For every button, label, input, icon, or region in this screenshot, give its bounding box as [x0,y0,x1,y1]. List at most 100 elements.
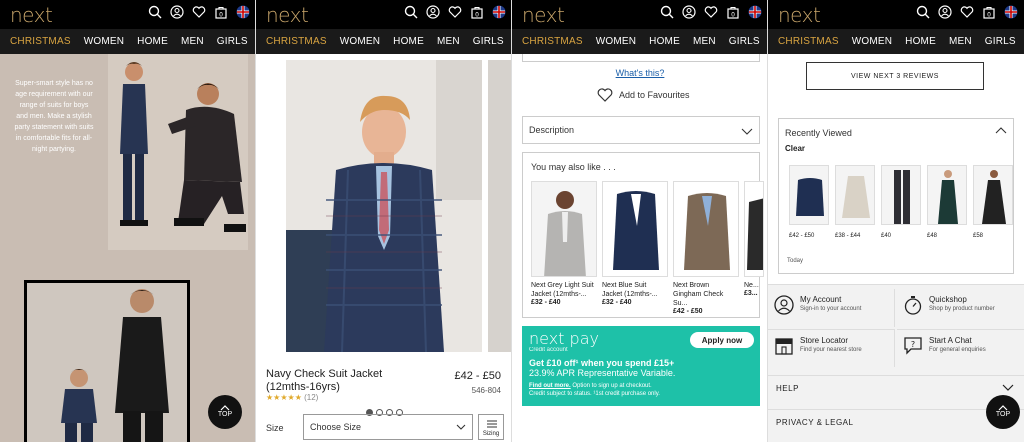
uk-flag-icon[interactable] [236,5,250,19]
nav-women[interactable]: WOMEN [84,36,124,47]
product-image[interactable] [286,60,482,352]
sizing-label: Sizing [482,431,500,437]
apply-now-button[interactable]: Apply now [690,332,754,348]
recommendation-image [531,181,597,277]
nav-home[interactable]: HOME [393,36,424,47]
nav-home[interactable]: HOME [905,36,936,47]
my-account-sub: Sign-in to your account [800,306,862,312]
recent-item[interactable]: £40 [881,165,921,239]
next-logo[interactable]: next [266,3,309,27]
clear-recently-viewed-button[interactable]: Clear [785,144,805,153]
next-image-peek[interactable] [488,60,511,352]
account-icon[interactable] [170,5,184,19]
nav-girls[interactable]: GIRLS [473,36,504,47]
nextpay-banner[interactable]: next pay Credit account Apply now Get £1… [522,326,760,406]
favourites-icon[interactable] [704,5,718,19]
description-accordion[interactable]: Description [522,116,760,144]
bag-icon[interactable]: 0 [982,5,996,19]
search-icon[interactable] [660,5,674,19]
favourites-icon[interactable] [960,5,974,19]
uk-flag-icon[interactable] [492,5,506,19]
recommendation-image [602,181,668,277]
nav-christmas[interactable]: CHRISTMAS [778,36,839,47]
add-to-favourites-label: Add to Favourites [619,90,690,100]
uk-flag-icon[interactable] [1004,5,1018,19]
nav-men[interactable]: MEN [949,36,972,47]
chevron-up-icon[interactable] [995,127,1007,134]
next-logo[interactable]: next [522,3,565,27]
nav-christmas[interactable]: CHRISTMAS [522,36,583,47]
product-code: 546-804 [471,386,501,395]
recommendation-name: Next Grey Light Suit Jacket (12mths-... [531,282,594,298]
panel-product-details: next 0 CHRISTMAS WOMEN HOME MEN GIRLS BO… [512,0,768,442]
quickshop-title: Quickshop [929,295,967,304]
svg-text:?: ? [911,340,915,349]
header-bar: next 0 [768,0,1024,29]
nav-men[interactable]: MEN [437,36,460,47]
nav-girls[interactable]: GIRLS [985,36,1016,47]
view-more-reviews-button[interactable]: VIEW NEXT 3 REVIEWS [806,62,984,90]
next-logo[interactable]: next [10,3,53,27]
search-icon[interactable] [148,5,162,19]
store-locator-link[interactable]: Store Locator Find your nearest store [768,329,895,367]
chevron-down-icon [1002,384,1014,391]
recent-item[interactable]: £38 - £44 [835,165,875,239]
recent-item-image [835,165,875,225]
size-select-value: Choose Size [310,422,362,432]
rating-stars[interactable]: ★★★★★ (12) [266,393,318,402]
bag-icon[interactable]: 0 [214,5,228,19]
quickshop-link[interactable]: Quickshop Shop by product number [897,289,1024,327]
nextpay-apr: 23.9% APR Representative Variable. [529,368,676,378]
recommendation-item[interactable]: Next Blue Suit Jacket (12mths-... £32 - … [602,181,668,306]
back-to-top-button[interactable]: TOP [986,395,1020,429]
nav-christmas[interactable]: CHRISTMAS [10,36,71,47]
recent-item[interactable]: £42 - £50 [789,165,829,239]
recommendation-item[interactable]: Next Grey Light Suit Jacket (12mths-... … [531,181,597,306]
nav-women[interactable]: WOMEN [596,36,636,47]
recent-item[interactable]: £48 [927,165,967,239]
uk-flag-icon[interactable] [748,5,762,19]
nav-girls[interactable]: GIRLS [729,36,760,47]
account-icon[interactable] [938,5,952,19]
privacy-legal-label: PRIVACY & LEGAL [776,418,854,427]
my-account-link[interactable]: My Account Sign-in to your account [768,289,895,327]
help-accordion[interactable]: HELP [768,375,1024,403]
recent-item[interactable]: £58 [973,165,1013,239]
account-icon[interactable] [682,5,696,19]
search-icon[interactable] [404,5,418,19]
recommendation-name: Ne... [744,282,759,289]
recommendation-name: Next Brown Gingham Check Su... [673,282,724,307]
next-logo[interactable]: next [778,3,821,27]
nav-christmas[interactable]: CHRISTMAS [266,36,327,47]
nextpay-terms-status: Credit subject to status. ¹1st credit pu… [529,391,660,397]
whats-this-link[interactable]: What's this? [512,68,767,78]
nav-home[interactable]: HOME [137,36,168,47]
recommendation-item[interactable]: Next Brown Gingham Check Su... £42 - £50 [673,181,739,315]
recent-item-price: £40 [881,233,892,239]
add-to-favourites-button[interactable]: Add to Favourites [597,88,690,102]
nav-men[interactable]: MEN [181,36,204,47]
bag-icon[interactable]: 0 [470,5,484,19]
start-chat-link[interactable]: ? Start A Chat For general enquiries [897,329,1024,367]
header-bar: next 0 [0,0,255,29]
chevron-down-icon [741,128,753,135]
find-out-more-link[interactable]: Find out more. [529,383,571,389]
account-icon[interactable] [426,5,440,19]
nav-men[interactable]: MEN [693,36,716,47]
back-to-top-button[interactable]: TOP [208,395,242,429]
search-icon[interactable] [916,5,930,19]
bag-icon[interactable]: 0 [726,5,740,19]
recommendation-item[interactable]: Ne... £3... [744,181,764,297]
nav-women[interactable]: WOMEN [852,36,892,47]
recommendation-price: £3... [744,290,758,297]
stopwatch-icon [904,296,922,315]
favourites-icon[interactable] [448,5,462,19]
nav-women[interactable]: WOMEN [340,36,380,47]
favourites-icon[interactable] [192,5,206,19]
nav-girls[interactable]: GIRLS [217,36,248,47]
rating-count: (12) [304,393,319,402]
star-icons: ★★★★★ [266,393,302,402]
sizing-guide-button[interactable]: Sizing [478,414,504,440]
size-select[interactable]: Choose Size [303,414,473,440]
nav-home[interactable]: HOME [649,36,680,47]
